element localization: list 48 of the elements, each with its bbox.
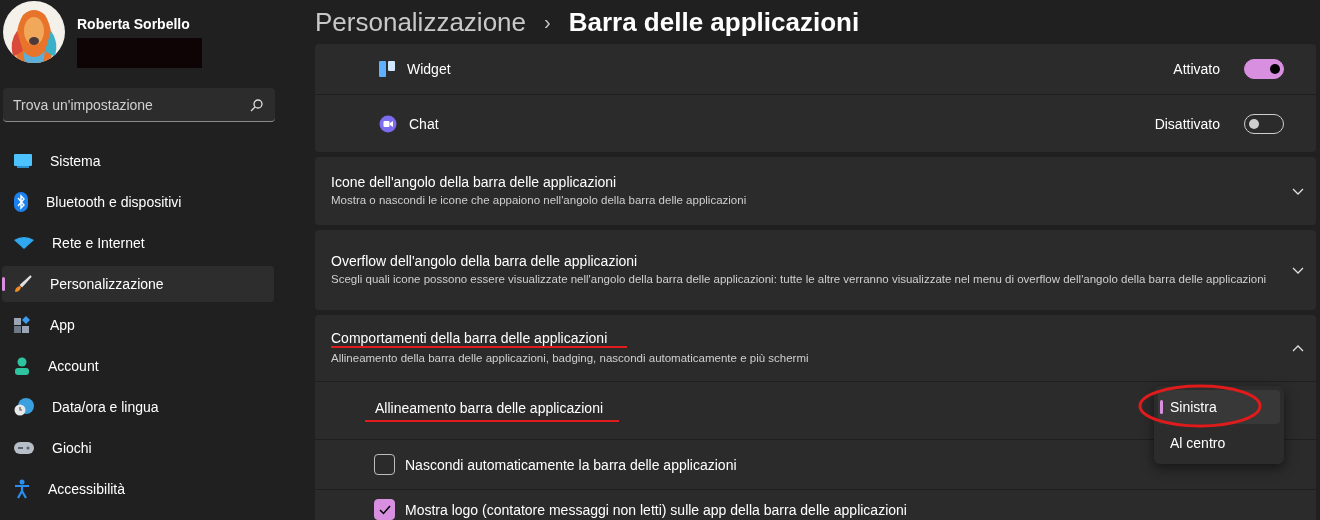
breadcrumb-separator: › <box>544 10 551 34</box>
toggle-state: Attivato <box>1173 61 1220 77</box>
chat-icon <box>379 114 397 133</box>
page-title: Barra delle applicazioni <box>568 6 860 38</box>
chevron-up-icon[interactable] <box>1292 344 1304 352</box>
sidebar-item[interactable]: Account <box>2 348 274 384</box>
section-title[interactable]: Icone dell'angolo della barra delle applicazioni <box>331 174 617 190</box>
monitor-icon <box>14 154 32 168</box>
sidebar-item[interactable]: Giochi <box>2 430 274 466</box>
chevron-down-icon[interactable] <box>1292 266 1304 274</box>
brush-icon <box>14 275 32 293</box>
bluetooth-icon <box>14 192 28 212</box>
apps-icon <box>14 316 32 334</box>
toggle-switch[interactable] <box>1244 59 1284 79</box>
sidebar-item[interactable]: Rete e Internet <box>2 225 274 261</box>
sidebar-item[interactable]: Data/ora e lingua <box>2 389 274 425</box>
widget-icon <box>379 61 395 77</box>
section-description: Mostra o nascondi le icone che appaiono nell'angolo della barra delle applicazioni <box>331 193 748 208</box>
search-field[interactable]: Trova un'impostazione <box>3 88 275 122</box>
globe-clock-icon <box>14 398 34 416</box>
person-icon <box>14 357 30 375</box>
gamepad-icon <box>14 442 34 454</box>
accessibility-icon <box>14 479 30 499</box>
toggle-state: Disattivato <box>1154 115 1220 132</box>
setting-label: Widget <box>407 61 451 77</box>
user-name: Roberta Sorbello <box>77 16 191 32</box>
checkbox-label: Mostra logo (contatore messaggi non letti) sulle app della barra delle applicazioni <box>405 501 907 518</box>
checkbox-label: Nascondi automaticamente la barra delle applicazioni <box>405 456 737 473</box>
sidebar-item[interactable]: Bluetooth e dispositivi <box>2 184 274 220</box>
section-title[interactable]: Overflow dell'angolo della barra delle applicazioni <box>331 253 638 269</box>
checkbox[interactable] <box>374 454 395 475</box>
dropdown-option[interactable]: Al centro <box>1158 426 1280 460</box>
sidebar-item[interactable]: Personalizzazione <box>2 266 274 302</box>
search-icon <box>250 99 263 112</box>
wifi-icon <box>14 237 34 249</box>
sidebar-item[interactable]: Sistema <box>2 143 274 179</box>
setting-label: Chat <box>409 115 439 132</box>
breadcrumb-link[interactable]: Personalizzazione <box>315 6 526 38</box>
sidebar-item[interactable]: Accessibilità <box>2 471 274 507</box>
sidebar-item[interactable]: App <box>2 307 274 343</box>
setting-label: Allineamento barra delle applicazioni <box>375 399 605 416</box>
section-title[interactable]: Comportamenti della barra delle applicazioni <box>331 330 608 346</box>
section-description: Scegli quali icone possono essere visualizzate nell'angolo della barra delle applicazioni: tutte le altre verranno visualizzate nel menu di overflow dell'angolo della barra delle applicazioni <box>331 272 1268 287</box>
dropdown-option[interactable]: Sinistra <box>1158 390 1280 424</box>
section-description: Allineamento della barra delle applicazioni, badging, nascondi automaticamente e più schermi <box>331 351 810 366</box>
checkbox[interactable] <box>374 499 395 520</box>
chevron-down-icon[interactable] <box>1292 187 1304 195</box>
check-icon <box>378 504 391 515</box>
